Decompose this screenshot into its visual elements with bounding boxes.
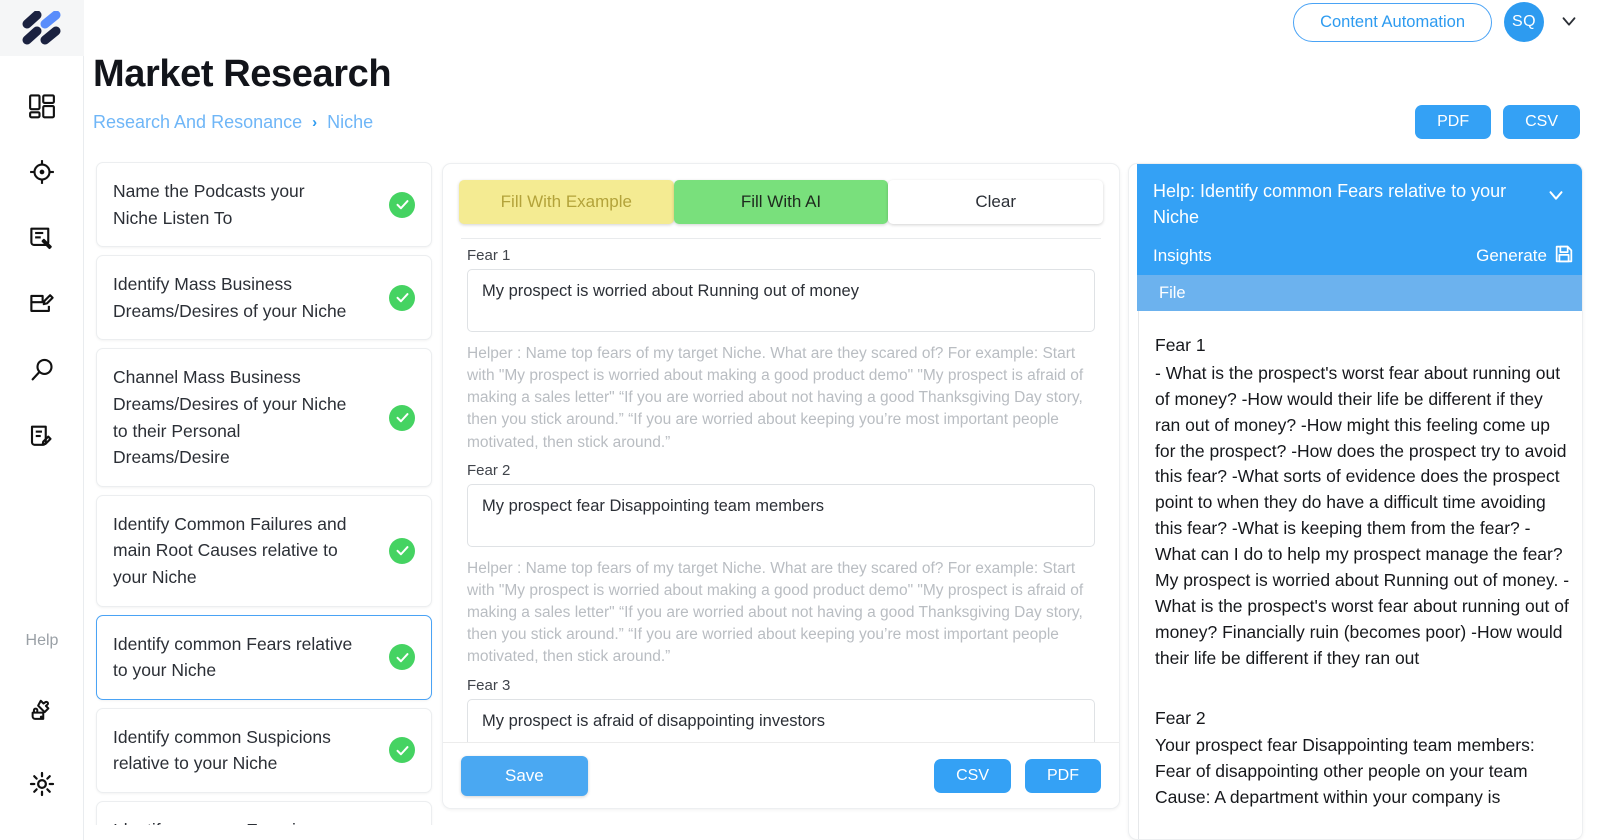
clear-button[interactable]: Clear — [888, 180, 1104, 224]
insight-entry-title: Fear 1 — [1155, 335, 1206, 355]
task-list-item-label: Channel Mass Business Dreams/Desires of … — [113, 367, 347, 468]
export-buttons: PDF CSV — [1415, 105, 1580, 139]
insight-entry-body: Your prospect fear Disappointing team me… — [1155, 735, 1540, 808]
chevron-down-icon[interactable] — [1545, 184, 1567, 213]
target-icon — [27, 157, 57, 187]
insights-content[interactable]: Fear 1 - What is the prospect's worst fea… — [1138, 311, 1582, 839]
check-circle-icon — [389, 404, 415, 431]
avatar[interactable]: SQ — [1504, 2, 1544, 42]
insight-entry: Fear 1- What is the prospect's worst fea… — [1155, 333, 1570, 672]
field-label: Fear 1 — [467, 247, 511, 264]
export-csv-button[interactable]: CSV — [1503, 105, 1580, 139]
task-list-item-label: Identify common Suspicions relative to y… — [113, 726, 331, 774]
settings-gear-icon — [27, 769, 57, 799]
file-tab[interactable]: File — [1137, 275, 1582, 311]
task-list-item-label: Identify common Fears relative to your N… — [113, 633, 353, 681]
field-helper-text: Helper : Name top fears of my target Nic… — [467, 559, 1084, 666]
breadcrumb: Research And Resonance › Niche — [93, 112, 373, 133]
form-export-buttons: CSV PDF — [934, 758, 1101, 793]
field-helper-text: Helper : Name top fears of my target Nic… — [467, 345, 1084, 451]
sidebar-item-settings[interactable] — [19, 762, 65, 806]
content-automation-button[interactable]: Content Automation — [1293, 2, 1492, 42]
chevron-down-icon[interactable] — [1556, 8, 1584, 37]
help-header[interactable]: Help: Identify common Fears relative to … — [1137, 164, 1582, 245]
document-search-icon — [27, 223, 57, 253]
insights-header: Insights Generate — [1137, 237, 1582, 275]
insight-entry-title: Fear 2 — [1155, 707, 1206, 728]
generate-label: Generate — [1476, 246, 1547, 265]
sidebar-bottom-nav — [0, 690, 84, 806]
fill-with-example-button[interactable]: Fill With Example — [459, 180, 674, 224]
file-tab-label: File — [1159, 283, 1186, 302]
check-circle-icon — [389, 644, 415, 671]
sidebar-item-integrations[interactable] — [19, 690, 65, 734]
top-bar: Content Automation SQ — [84, 0, 1600, 44]
form-footer: Save CSV PDF — [443, 742, 1119, 808]
check-circle-icon — [389, 537, 415, 564]
fear-input-3[interactable] — [467, 698, 1095, 742]
insight-entry: Fear 2 Your prospect fear Disappointing t… — [1155, 706, 1570, 812]
task-list-item-label: Identify Common Failures and main Root C… — [113, 513, 347, 587]
task-list-item[interactable]: Identify common Enemies relative to your — [96, 800, 432, 825]
task-list-item-label: Identify Mass Business Dreams/Desires of… — [113, 274, 347, 321]
check-circle-icon — [389, 737, 415, 764]
sidebar-item-notes[interactable] — [19, 414, 65, 458]
insight-entry-body: - What is the prospect's worst fear abou… — [1155, 362, 1574, 668]
breadcrumb-separator-icon: › — [312, 114, 318, 131]
save-button[interactable]: Save — [461, 755, 588, 796]
task-list-item[interactable]: Identify common Fears relative to your N… — [96, 614, 432, 700]
form-csv-button[interactable]: CSV — [934, 758, 1011, 793]
task-list-item-label: Name the Podcasts your Niche Listen To — [113, 181, 305, 228]
dashboard-icon — [27, 91, 57, 121]
page-title: Market Research — [93, 53, 392, 95]
breadcrumb-current[interactable]: Niche — [327, 112, 373, 133]
task-list-item[interactable]: Identify common Suspicions relative to y… — [96, 707, 432, 793]
insights-title: Insights — [1153, 246, 1212, 265]
form-fields-scroll-area[interactable]: Fear 1 Helper : Name top fears of my targ… — [443, 239, 1119, 742]
sidebar: Help — [0, 0, 84, 840]
generate-button[interactable]: Generate — [1476, 243, 1575, 270]
check-circle-icon — [389, 191, 415, 218]
document-edit-flag-icon — [27, 289, 57, 319]
form-pdf-button[interactable]: PDF — [1025, 758, 1101, 793]
task-list-item[interactable]: Identify Mass Business Dreams/Desires of… — [96, 255, 432, 341]
sidebar-item-search[interactable] — [19, 348, 65, 392]
sidebar-help-label: Help — [25, 632, 59, 649]
breadcrumb-parent[interactable]: Research And Resonance — [93, 112, 302, 133]
insights-panel: Help: Identify common Fears relative to … — [1128, 163, 1583, 840]
brand-logo[interactable] — [0, 0, 84, 56]
task-list-item[interactable]: Identify Common Failures and main Root C… — [96, 494, 432, 607]
magnifier-icon — [27, 355, 57, 385]
field-label: Fear 3 — [467, 676, 511, 694]
fear-input-1[interactable] — [467, 269, 1095, 332]
task-list: Name the Podcasts your Niche Listen To Id… — [94, 160, 434, 825]
sidebar-item-dashboard[interactable] — [19, 84, 65, 128]
export-pdf-button[interactable]: PDF — [1415, 105, 1492, 139]
check-circle-icon — [389, 284, 415, 311]
form-panel: Fill With Example Fill With AI Clear Fea… — [442, 163, 1120, 809]
sidebar-item-document-edit[interactable] — [19, 282, 65, 326]
field-label: Fear 2 — [467, 461, 511, 479]
sidebar-item-document-search[interactable] — [19, 216, 65, 260]
fill-with-ai-button[interactable]: Fill With AI — [673, 180, 889, 224]
note-edit-icon — [27, 421, 57, 451]
fill-button-group: Fill With Example Fill With AI Clear — [443, 164, 1119, 224]
task-list-item-label: Identify common Enemies relative to your — [113, 817, 353, 825]
fear-input-2[interactable] — [467, 483, 1095, 547]
save-disk-icon — [1553, 243, 1575, 270]
help-header-text: Help: Identify common Fears relative to … — [1153, 181, 1507, 228]
sidebar-nav — [19, 84, 65, 458]
task-list-item[interactable]: Channel Mass Business Dreams/Desires of … — [96, 348, 432, 487]
task-list-item[interactable]: Name the Podcasts your Niche Listen To — [96, 162, 432, 248]
sidebar-item-target[interactable] — [19, 150, 65, 194]
puzzle-hand-icon — [27, 697, 57, 727]
